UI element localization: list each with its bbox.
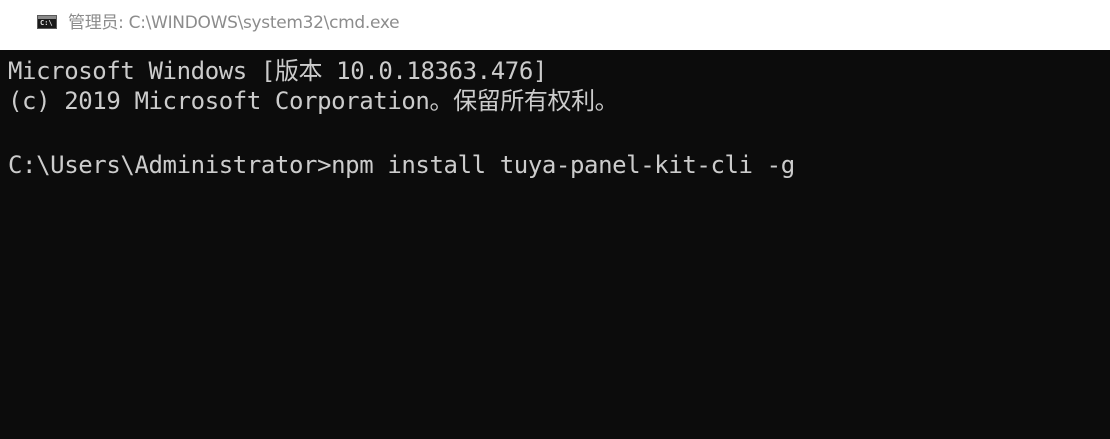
cmd-icon-glyph: C:\ — [40, 19, 53, 27]
cmd-window: C:\ 管理员: C:\WINDOWS\system32\cmd.exe Mic… — [0, 0, 1110, 439]
console-line-command: C:\Users\Administrator>npm install tuya-… — [8, 151, 795, 179]
console-line-copyright: (c) 2019 Microsoft Corporation。保留所有权利。 — [8, 87, 619, 115]
window-title: 管理员: C:\WINDOWS\system32\cmd.exe — [68, 13, 400, 33]
console-line-version: Microsoft Windows [版本 10.0.18363.476] — [8, 57, 547, 85]
title-bar[interactable]: C:\ 管理员: C:\WINDOWS\system32\cmd.exe — [0, 0, 1110, 50]
console-area[interactable]: Microsoft Windows [版本 10.0.18363.476] (c… — [0, 50, 1110, 439]
cmd-icon[interactable]: C:\ — [37, 15, 57, 29]
